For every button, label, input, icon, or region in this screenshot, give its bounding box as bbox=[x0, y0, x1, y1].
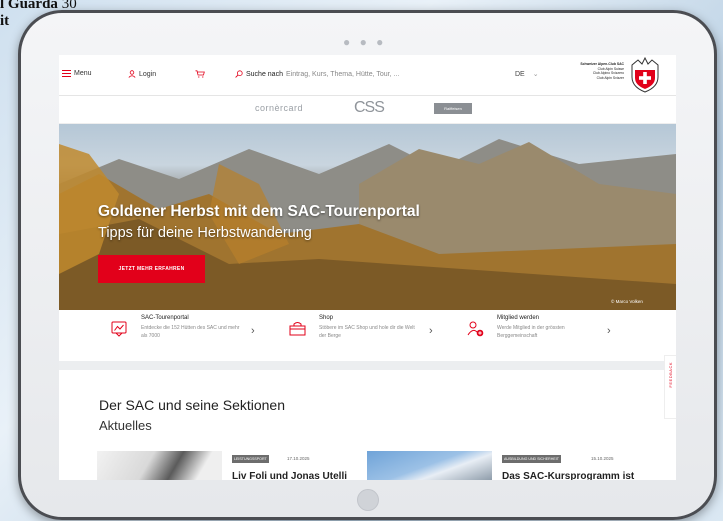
login-label: Login bbox=[139, 70, 157, 78]
news-card-image[interactable] bbox=[367, 451, 492, 480]
quicklink-desc: Stöbere im SAC Shop und hole dir die Wel… bbox=[319, 325, 415, 339]
cart-button[interactable] bbox=[195, 70, 205, 78]
user-icon bbox=[128, 70, 136, 78]
hero-banner[interactable]: Goldener Herbst mit dem SAC-Tourenportal… bbox=[59, 124, 676, 310]
section-divider bbox=[59, 361, 676, 370]
language-value: DE bbox=[515, 71, 525, 78]
hero-title: Goldener Herbst mit dem SAC-Tourenportal bbox=[98, 203, 420, 220]
hero-photo-credit: © Marco Volken bbox=[611, 299, 643, 304]
sponsor-cornercard-logo[interactable]: cornèrcard bbox=[255, 103, 303, 113]
quicklink-title: Mitglied werden bbox=[497, 315, 540, 321]
search-input[interactable]: Eintrag, Kurs, Thema, Hütte, Tour, ... bbox=[286, 71, 399, 78]
home-button[interactable] bbox=[357, 489, 379, 511]
chevron-right-icon: › bbox=[429, 325, 433, 337]
hero-subtitle: Tipps für deine Herbstwanderung bbox=[98, 225, 312, 241]
chevron-right-icon: › bbox=[251, 325, 255, 337]
search-label: Suche nach bbox=[246, 70, 283, 78]
chevron-down-icon: ⌄ bbox=[532, 71, 539, 78]
shop-bag-icon bbox=[289, 322, 306, 336]
quicklink-desc: Entdecke die 152 Hütten des SAC und mehr… bbox=[141, 325, 240, 339]
news-card-tag[interactable]: LEISTUNGSSPORT bbox=[232, 455, 269, 463]
login-button[interactable]: Login bbox=[128, 70, 156, 78]
chevron-right-icon: › bbox=[607, 325, 611, 337]
sponsor-css-logo[interactable]: CSS bbox=[354, 99, 385, 117]
background-second-line: it bbox=[0, 13, 10, 29]
background-title: l Guarda bbox=[0, 0, 58, 12]
feedback-label: FEEDBACK bbox=[668, 362, 673, 388]
site-header: Menu Login Suche nach Eintrag, Kurs, The… bbox=[59, 55, 676, 96]
quicklinks-bar: SAC-Tourenportal Entdecke die 152 Hütten… bbox=[59, 311, 676, 359]
news-card-date: 15.10.2025 bbox=[591, 456, 614, 461]
club-name-block: Schweizer Alpen-Club SAC Club Alpin Suis… bbox=[548, 62, 624, 80]
news-card-image[interactable] bbox=[97, 451, 222, 480]
search-icon bbox=[235, 70, 243, 78]
member-add-icon bbox=[467, 321, 484, 337]
sac-logo-icon[interactable] bbox=[628, 57, 662, 93]
quicklink-desc: Werde Mitglied in der grössten Berggemei… bbox=[497, 325, 565, 339]
hero-cta-button[interactable]: JETZT MEHR ERFAHREN bbox=[98, 255, 205, 283]
news-card-date: 17.10.2025 bbox=[287, 456, 310, 461]
section-title: Der SAC und seine Sektionen bbox=[99, 397, 285, 413]
search-box[interactable]: Suche nach Eintrag, Kurs, Thema, Hütte, … bbox=[235, 70, 399, 78]
quicklink-title: SAC-Tourenportal bbox=[141, 315, 189, 321]
menu-button[interactable]: Menu bbox=[62, 70, 92, 77]
news-card-tag[interactable]: AUSBILDUNG UND SICHERHEIT bbox=[502, 455, 561, 463]
menu-label: Menu bbox=[74, 70, 92, 77]
feedback-tab[interactable]: FEEDBACK bbox=[664, 355, 676, 419]
hamburger-icon bbox=[62, 70, 71, 77]
map-pin-icon bbox=[111, 321, 127, 337]
sponsor-raiffeisen-logo[interactable]: Raiffeisen bbox=[434, 103, 472, 114]
tablet-screen: Menu Login Suche nach Eintrag, Kurs, The… bbox=[59, 55, 676, 480]
news-card-title[interactable]: Liv Foli und Jonas Utelli bbox=[232, 471, 347, 480]
section-subtitle: Aktuelles bbox=[99, 418, 152, 433]
club-line-3: Club Alpin Svizzer bbox=[596, 75, 624, 80]
sponsor-bar: cornèrcard CSS Raiffeisen bbox=[59, 96, 676, 124]
language-selector[interactable]: DE ⌄ bbox=[515, 70, 539, 78]
news-card-title[interactable]: Das SAC-Kursprogramm ist bbox=[502, 471, 634, 480]
cart-icon bbox=[195, 70, 205, 78]
camera-dots-icon: ● ● ● bbox=[343, 35, 387, 49]
quicklink-title: Shop bbox=[319, 315, 334, 321]
